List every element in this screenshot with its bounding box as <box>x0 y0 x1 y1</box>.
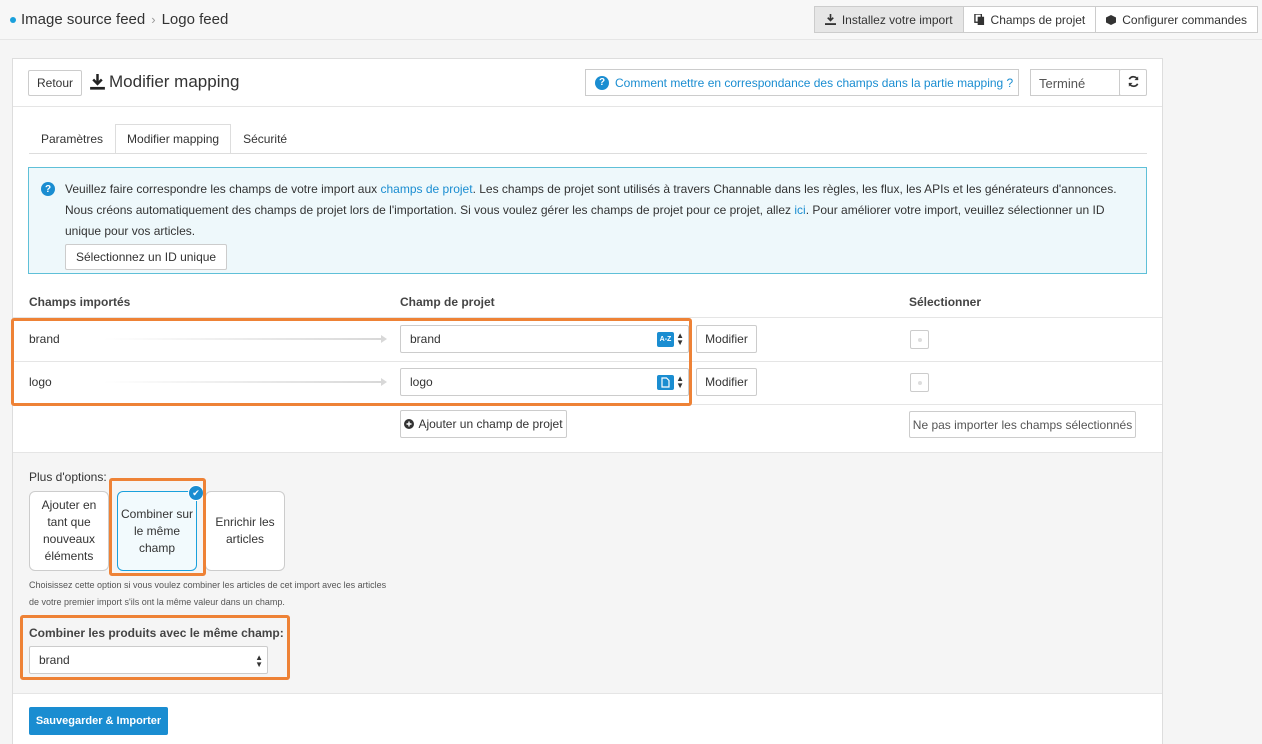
document-type-icon <box>657 375 674 390</box>
select-caret-icon: ▲ ▼ <box>676 374 684 390</box>
tabs-divider <box>29 153 1147 154</box>
breadcrumb-current: Logo feed <box>161 11 229 28</box>
question-icon: ? <box>595 75 609 90</box>
mapping-help-text: Comment mettre en correspondance des cha… <box>615 75 1014 90</box>
save-import-button[interactable]: Sauvegarder & Importer <box>29 707 168 735</box>
card-header: Retour Modifier mapping ? Comment mettre… <box>13 59 1162 107</box>
check-icon: ✔ <box>188 485 204 501</box>
option-description: Choisissez cette option si vous voulez c… <box>29 580 387 607</box>
arrow-right-icon <box>103 378 387 386</box>
refresh-icon <box>1127 75 1140 91</box>
project-fields-label: Champs de projet <box>990 12 1086 27</box>
option-label: Ajouter en tant que nouveaux éléments <box>41 498 97 563</box>
add-project-field-button[interactable]: Ajouter un champ de projet <box>400 410 567 438</box>
row-divider <box>13 317 1162 318</box>
page-title: Modifier mapping <box>90 72 239 92</box>
select-caret-icon: ▲ ▼ <box>676 331 684 347</box>
option-label: Combiner sur le même champ <box>120 506 194 555</box>
top-actions: Installez votre import Champs de projet … <box>813 6 1258 33</box>
question-icon: ? <box>41 182 55 196</box>
here-link[interactable]: ici <box>794 203 805 217</box>
checkbox-dot <box>917 380 922 385</box>
option-label: Enrichir les articles <box>215 515 275 546</box>
page-title-text: Modifier mapping <box>109 72 240 91</box>
status-dot <box>10 16 16 23</box>
checkbox-dot <box>917 337 922 342</box>
refresh-button[interactable] <box>1119 69 1147 96</box>
mapping-help-link[interactable]: ? Comment mettre en correspondance des c… <box>585 69 1019 96</box>
install-import-label: Installez votre import <box>841 12 953 27</box>
combine-field-value: brand <box>39 653 70 667</box>
info-text: Veuillez faire correspondre les champs d… <box>65 179 1136 242</box>
install-import-button[interactable]: Installez votre import <box>813 6 964 33</box>
select-caret-icon: ▲ ▼ <box>255 653 263 669</box>
column-header-project: Champ de projet <box>400 295 495 309</box>
info-text-part1: Veuillez faire correspondre les champs d… <box>65 182 381 196</box>
breadcrumb-parent[interactable]: Image source feed <box>21 11 145 28</box>
project-field-select-logo[interactable]: logo ▲ ▼ <box>400 368 689 396</box>
download-icon <box>90 74 105 90</box>
status-field: Terminé <box>1030 69 1120 96</box>
modify-button[interactable]: Modifier <box>696 325 757 353</box>
project-field-value: brand <box>410 332 441 346</box>
add-project-field-label: Ajouter un champ de projet <box>418 417 563 431</box>
column-header-select: Sélectionner <box>909 295 982 309</box>
info-box: ? Veuillez faire correspondre les champs… <box>28 167 1147 274</box>
select-unique-id-button[interactable]: Sélectionnez un ID unique <box>65 244 228 270</box>
column-header-imported: Champs importés <box>29 295 131 309</box>
project-fields-link[interactable]: champs de projet <box>381 182 473 196</box>
do-not-import-button[interactable]: Ne pas importer les champs sélectionnés <box>909 411 1136 438</box>
chevron-right-icon: › <box>151 12 156 27</box>
select-checkbox[interactable] <box>910 330 929 349</box>
more-options-title: Plus d'options: <box>29 470 107 484</box>
project-field-select-brand[interactable]: brand A-Z ▲ ▼ <box>400 325 689 353</box>
copy-icon <box>973 14 985 25</box>
tab-modifier-mapping[interactable]: Modifier mapping <box>115 124 232 154</box>
imported-field-brand: brand <box>29 332 60 346</box>
back-button[interactable]: Retour <box>28 70 82 96</box>
option-enrich-items[interactable]: Enrichir les articles <box>205 491 285 571</box>
project-fields-button[interactable]: Champs de projet <box>962 6 1097 33</box>
modify-button[interactable]: Modifier <box>696 368 757 396</box>
download-icon <box>824 14 836 25</box>
configure-orders-label: Configurer commandes <box>1122 12 1247 27</box>
combine-field-select[interactable]: brand ▲ ▼ <box>29 646 268 674</box>
select-checkbox[interactable] <box>910 373 929 392</box>
text-type-icon: A-Z <box>657 332 674 347</box>
configure-orders-button[interactable]: Configurer commandes <box>1095 6 1258 33</box>
tab-securite[interactable]: Sécurité <box>231 124 299 154</box>
tab-parametres[interactable]: Paramètres <box>29 124 115 154</box>
plus-circle-icon <box>404 419 415 429</box>
row-divider <box>13 361 1162 362</box>
option-add-new-items[interactable]: Ajouter en tant que nouveaux éléments <box>29 491 109 571</box>
mapping-card: Retour Modifier mapping ? Comment mettre… <box>12 58 1163 744</box>
imported-field-logo: logo <box>29 375 52 389</box>
option-combine-same-field[interactable]: Combiner sur le même champ ✔ <box>117 485 204 571</box>
arrow-right-icon <box>103 335 387 343</box>
cube-icon <box>1106 14 1117 25</box>
combine-field-label: Combiner les produits avec le même champ… <box>29 626 284 640</box>
more-options-section: Plus d'options: Ajouter en tant que nouv… <box>13 452 1162 694</box>
project-field-value: logo <box>410 375 433 389</box>
top-bar: Image source feed › Logo feed Installez … <box>0 0 1262 40</box>
breadcrumb: Image source feed › Logo feed <box>10 11 228 28</box>
row-divider <box>13 404 1162 405</box>
tab-bar: Paramètres Modifier mapping Sécurité <box>29 124 299 154</box>
